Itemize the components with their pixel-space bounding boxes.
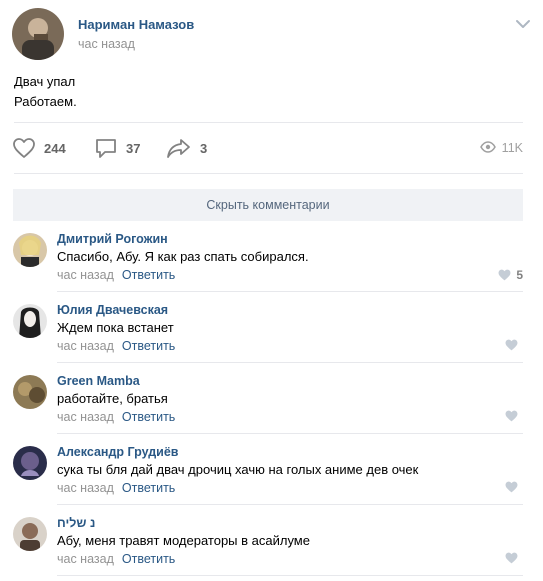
- divider: [14, 122, 523, 123]
- divider: [14, 173, 523, 174]
- comment-time[interactable]: час назад: [57, 268, 114, 282]
- post-header: Нариман Намазов час назад: [12, 8, 531, 60]
- comment-author[interactable]: Green Mamba: [57, 374, 140, 388]
- comment-author-avatar[interactable]: [13, 375, 47, 409]
- comment-meta: час назад Ответить: [57, 552, 175, 566]
- post-author-name[interactable]: Нариман Намазов: [78, 17, 194, 32]
- reply-button[interactable]: Ответить: [122, 410, 175, 424]
- comment-icon: [94, 137, 118, 159]
- post-time[interactable]: час назад: [78, 37, 135, 51]
- reply-button[interactable]: Ответить: [122, 339, 175, 353]
- hide-comments-button[interactable]: Скрыть комментарии: [13, 189, 523, 221]
- comment-like-button[interactable]: 5: [493, 268, 523, 282]
- comment-meta: час назад Ответить: [57, 339, 175, 353]
- comment-text: работайте, братья: [57, 391, 168, 406]
- comment-time[interactable]: час назад: [57, 481, 114, 495]
- comment-item: Green Mamba работайте, братья час назад О…: [0, 363, 543, 434]
- comment-text: сука ты бля дай двач дрочиц хачю на голы…: [57, 462, 419, 477]
- like-button[interactable]: 244: [12, 136, 66, 160]
- comment-time[interactable]: час назад: [57, 339, 114, 353]
- reply-button[interactable]: Ответить: [122, 552, 175, 566]
- comment-item: Александр Грудиёв сука ты бля дай двач д…: [0, 434, 543, 505]
- comment-like-button[interactable]: [500, 552, 523, 564]
- comment-count: 37: [126, 140, 141, 156]
- comment-meta: час назад Ответить: [57, 268, 175, 282]
- comment-author[interactable]: Александр Грудиёв: [57, 445, 178, 459]
- heart-icon: [505, 410, 518, 422]
- comment-like-count: 5: [516, 268, 523, 282]
- comment-author[interactable]: Юлия Двачевская: [57, 303, 168, 317]
- post-text-line: Работаем.: [14, 94, 77, 109]
- share-icon: [166, 137, 192, 159]
- comment-meta: час назад Ответить: [57, 410, 175, 424]
- comment-time[interactable]: час назад: [57, 552, 114, 566]
- comment-button[interactable]: 37: [94, 136, 140, 160]
- views-counter: 11K: [479, 136, 523, 160]
- comment-text: Абу, меня травят модераторы в асайлуме: [57, 533, 310, 548]
- comment-like-button[interactable]: [500, 410, 523, 422]
- post-text: Двач упал Работаем.: [14, 72, 77, 112]
- comments-list: Дмитрий Рогожин Спасибо, Абу. Я как раз …: [0, 221, 543, 576]
- comment-item: Юлия Двачевская Ждем пока встанет час на…: [0, 292, 543, 363]
- comment-text: Ждем пока встанет: [57, 320, 174, 335]
- comment-time[interactable]: час назад: [57, 410, 114, 424]
- comment-like-button[interactable]: [500, 481, 523, 493]
- heart-icon: [498, 269, 511, 281]
- comment-item: נ שליח Абу, меня травят модераторы в аса…: [0, 505, 543, 576]
- eye-icon: [479, 140, 496, 156]
- comment-meta: час назад Ответить: [57, 481, 175, 495]
- comment-author[interactable]: Дмитрий Рогожин: [57, 232, 168, 246]
- heart-icon: [505, 339, 518, 351]
- comment-author-avatar[interactable]: [13, 304, 47, 338]
- divider: [57, 575, 523, 576]
- comment-like-button[interactable]: [500, 339, 523, 351]
- post-actions: 244 37 3 11K: [12, 136, 523, 160]
- share-count: 3: [200, 140, 208, 156]
- comment-item: Дмитрий Рогожин Спасибо, Абу. Я как раз …: [0, 221, 543, 292]
- comment-author-avatar[interactable]: [13, 517, 47, 551]
- chevron-down-icon[interactable]: [515, 18, 531, 30]
- views-count: 11K: [501, 141, 523, 155]
- reply-button[interactable]: Ответить: [122, 481, 175, 495]
- like-count: 244: [44, 140, 66, 156]
- comment-author[interactable]: נ שליח: [57, 516, 95, 530]
- comment-author-avatar[interactable]: [13, 446, 47, 480]
- heart-icon: [505, 481, 518, 493]
- reply-button[interactable]: Ответить: [122, 268, 175, 282]
- comment-text: Спасибо, Абу. Я как раз спать собирался.: [57, 249, 309, 264]
- share-button[interactable]: 3: [166, 136, 207, 160]
- heart-icon: [505, 552, 518, 564]
- post-author-avatar[interactable]: [12, 8, 64, 60]
- post-text-line: Двач упал: [14, 74, 76, 89]
- comment-author-avatar[interactable]: [13, 233, 47, 267]
- heart-icon: [12, 137, 36, 159]
